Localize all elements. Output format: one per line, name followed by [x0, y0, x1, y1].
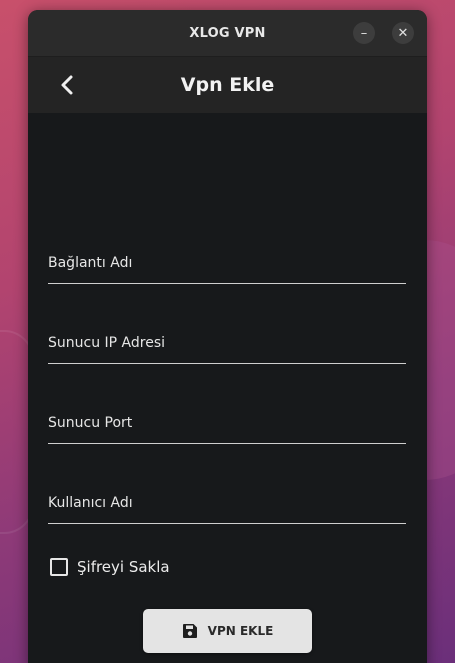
save-icon — [182, 624, 197, 638]
app-window: XLOG VPN – ✕ Vpn Ekle Bağlantı Adı Sunuc… — [28, 10, 427, 663]
back-button[interactable] — [56, 73, 80, 97]
hide-password-label: Şifreyi Sakla — [77, 558, 170, 576]
close-button[interactable]: ✕ — [392, 22, 414, 44]
connection-name-input[interactable] — [48, 255, 406, 271]
server-port-input[interactable] — [48, 415, 406, 431]
chevron-left-icon — [61, 75, 73, 95]
server-ip-input[interactable] — [48, 335, 406, 351]
app-header: Vpn Ekle — [28, 57, 427, 113]
hide-password-checkbox[interactable] — [50, 558, 68, 576]
username-input[interactable] — [48, 495, 406, 511]
username-field[interactable] — [48, 483, 406, 524]
minimize-button[interactable]: – — [353, 22, 375, 44]
page-title: Vpn Ekle — [180, 74, 275, 96]
connection-name-field[interactable] — [48, 243, 406, 284]
desktop-background: XLOG VPN – ✕ Vpn Ekle Bağlantı Adı Sunuc… — [0, 0, 455, 663]
add-vpn-button-label: VPN EKLE — [207, 624, 274, 638]
server-ip-field[interactable] — [48, 323, 406, 364]
window-title: XLOG VPN — [189, 25, 266, 41]
hide-password-toggle[interactable]: Şifreyi Sakla — [50, 558, 170, 576]
add-vpn-button[interactable]: VPN EKLE — [143, 609, 312, 653]
window-titlebar[interactable]: XLOG VPN – ✕ — [28, 10, 427, 57]
minimize-icon: – — [360, 25, 368, 41]
server-port-field[interactable] — [48, 403, 406, 444]
close-icon: ✕ — [397, 25, 409, 41]
